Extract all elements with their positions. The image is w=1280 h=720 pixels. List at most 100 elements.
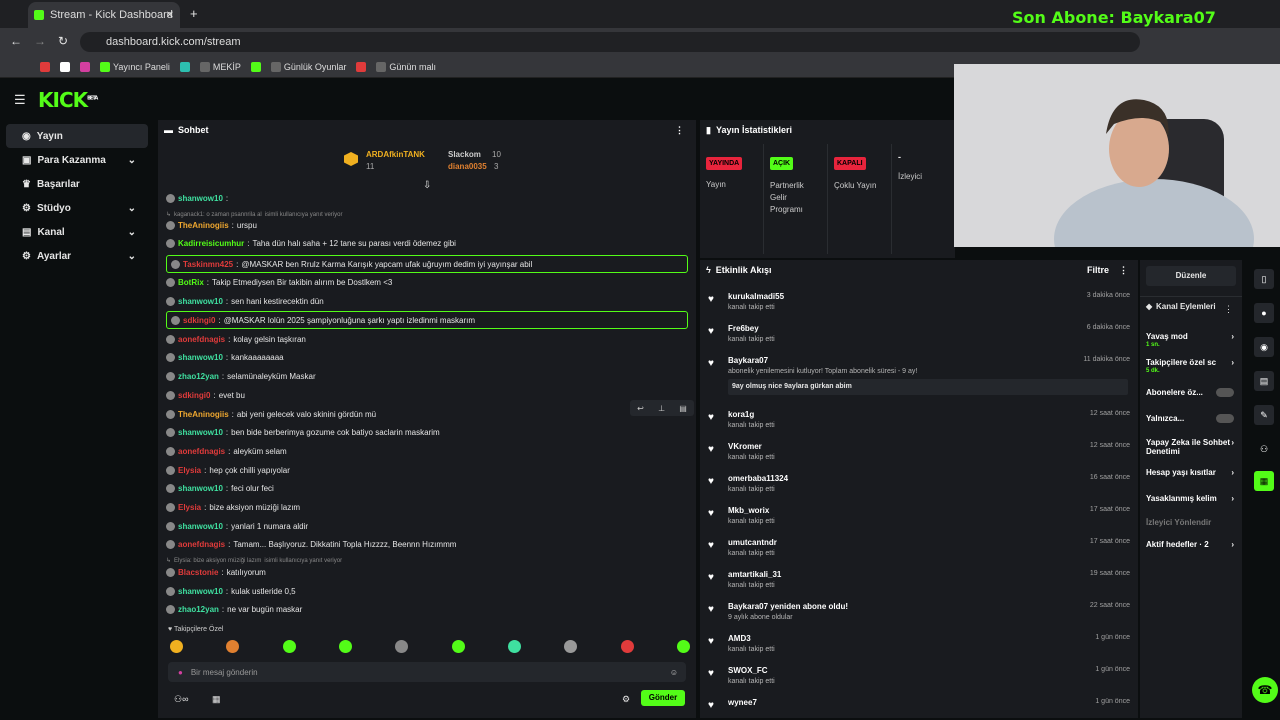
chat-input[interactable]: ● Bir mesaj gönderin ☺ bbox=[168, 662, 686, 682]
chat-icon[interactable]: ● bbox=[1254, 303, 1274, 323]
share-icon[interactable]: ⚇ bbox=[1254, 439, 1274, 459]
chat-message[interactable]: zhao12yan: selamünaleyküm Maskar bbox=[166, 372, 316, 381]
broadcast-icon[interactable]: ◉ bbox=[1254, 337, 1274, 357]
wrench-icon[interactable]: ✎ bbox=[1254, 405, 1274, 425]
chat-username[interactable]: shanwow10 bbox=[178, 587, 223, 596]
chat-username[interactable]: Blacstonie bbox=[178, 568, 218, 577]
sidebar-item-yayin[interactable]: ◉ Yayın bbox=[6, 124, 148, 148]
chat-message[interactable]: aonefdnagis: kolay gelsin taşkıran bbox=[166, 335, 306, 344]
chat-message[interactable]: aonefdnagis: aleyküm selam bbox=[166, 447, 287, 456]
sidebar-item-kanal[interactable]: ▤ Kanal ⌄ bbox=[6, 220, 148, 244]
chat-username[interactable]: shanwow10 bbox=[178, 297, 223, 306]
chat-message[interactable]: shanwow10: yanlari 1 numara aldir bbox=[166, 522, 308, 531]
youtube-icon[interactable] bbox=[40, 61, 50, 72]
youtube-icon[interactable] bbox=[356, 61, 367, 72]
activity-name[interactable]: kora1g bbox=[728, 410, 1130, 419]
chat-message[interactable]: TheAninogiis: urspu bbox=[166, 221, 257, 230]
channel-action[interactable]: Aktif hedefler · 2 › bbox=[1140, 540, 1234, 549]
chat-username[interactable]: aonefdnagis bbox=[178, 447, 225, 456]
chat-username[interactable]: Elysia bbox=[178, 466, 201, 475]
chat-message[interactable]: sdkingi0: @MASKAR lolün 2025 şampiyonluğu… bbox=[166, 311, 688, 329]
channel-action[interactable]: Yalnızca... bbox=[1140, 414, 1234, 423]
activity-name[interactable]: umutcantndr bbox=[728, 538, 1130, 547]
emote[interactable] bbox=[676, 640, 690, 653]
back-icon[interactable]: ← bbox=[10, 34, 22, 48]
pin-icon[interactable]: ⇩ bbox=[423, 180, 431, 191]
chat-message[interactable]: Kadirreisicumhur: Taha dün halı saha + 12… bbox=[166, 239, 456, 248]
channel-action[interactable]: Yavaş mod 1 sn. › bbox=[1140, 332, 1234, 350]
chat-username[interactable]: Elysia bbox=[178, 503, 201, 512]
activity-name[interactable]: amtartikali_31 bbox=[728, 570, 1130, 579]
chat-message[interactable]: Elysia: bize aksiyon müziği lazım bbox=[166, 503, 300, 512]
sidebar-item-basarilar[interactable]: ♛ Başarılar bbox=[6, 172, 148, 196]
pin-message-icon[interactable]: ⊥ bbox=[658, 404, 665, 413]
chat-message[interactable]: Elysia: hep çok chilli yapıyolar bbox=[166, 466, 290, 475]
emote[interactable] bbox=[338, 640, 352, 653]
chat-message[interactable]: zhao12yan: ne var bugün maskar bbox=[166, 605, 302, 614]
chat-username[interactable]: TheAninogiis bbox=[178, 410, 229, 419]
reload-icon[interactable]: ↻ bbox=[58, 34, 68, 48]
emote[interactable] bbox=[507, 640, 521, 653]
activity-name[interactable]: kurukalmadi55 bbox=[728, 292, 1130, 301]
layout-icon[interactable]: ▤ bbox=[1254, 371, 1274, 391]
emote[interactable] bbox=[451, 640, 465, 653]
channel-action[interactable]: İzleyici Yönlendir bbox=[1140, 518, 1234, 527]
bookmark-gunluk-oyunlar[interactable]: Günlük Oyunlar bbox=[270, 61, 346, 72]
chat-message[interactable]: aonefdnagis: Tamam... Başlıyoruz. Dikkati… bbox=[166, 540, 456, 549]
chat-username[interactable]: Kadirreisicumhur bbox=[178, 239, 244, 248]
chat-message[interactable]: Blacstonie: katılıyorum bbox=[166, 568, 266, 577]
chat-message[interactable]: sdkingi0: evet bu bbox=[166, 391, 245, 400]
reply-icon[interactable]: ↩ bbox=[637, 404, 644, 413]
channel-action[interactable]: Yasaklanmış kelim › bbox=[1140, 494, 1234, 503]
emote[interactable] bbox=[282, 640, 296, 653]
chat-message[interactable]: shanwow10: kulak ustleride 0,5 bbox=[166, 587, 296, 596]
tools-icon[interactable]: ⚇∞ bbox=[174, 694, 188, 705]
activity-name[interactable]: Baykara07 yeniden abone oldu! bbox=[728, 602, 1130, 611]
forward-icon[interactable]: → bbox=[34, 34, 46, 48]
sidebar-item-para-kazanma[interactable]: ▣ Para Kazanma ⌄ bbox=[6, 148, 148, 172]
send-button[interactable]: Gönder bbox=[641, 690, 685, 706]
more-icon[interactable]: ⋮ bbox=[1224, 304, 1233, 315]
activity-name[interactable]: VKromer bbox=[728, 442, 1130, 451]
kick-logo[interactable]: KICKBETA bbox=[38, 88, 98, 112]
activity-name[interactable]: wynee7 bbox=[728, 698, 1130, 707]
menu-icon[interactable]: ☰ bbox=[14, 92, 26, 108]
channel-action[interactable]: Abonelere öz... bbox=[1140, 388, 1234, 397]
activity-name[interactable]: omerbaba11324 bbox=[728, 474, 1130, 483]
bookmark-mekip[interactable]: MEKİP bbox=[199, 61, 241, 72]
chat-message[interactable]: shanwow10: kankaaaaaaaa bbox=[166, 353, 284, 362]
x-icon[interactable] bbox=[60, 61, 70, 72]
chat-username[interactable]: aonefdnagis bbox=[178, 335, 225, 344]
chat-username[interactable]: sdkingi0 bbox=[178, 391, 210, 400]
activity-name[interactable]: Fre6bey bbox=[728, 324, 1130, 333]
settings-icon[interactable]: ⚙ bbox=[622, 694, 630, 705]
chat-username[interactable]: shanwow10 bbox=[178, 353, 223, 362]
more-icon[interactable]: ⋮ bbox=[1119, 265, 1128, 276]
chat-message[interactable]: shanwow10: ben bide berberimya gozume cok… bbox=[166, 428, 440, 437]
emote[interactable] bbox=[564, 640, 578, 653]
chat-username[interactable]: shanwow10 bbox=[178, 522, 223, 531]
channel-action[interactable]: Takipçilere özel sc 5 dk. › bbox=[1140, 358, 1234, 376]
chat-username[interactable]: shanwow10 bbox=[178, 484, 223, 493]
activity-name[interactable]: SWOX_FC bbox=[728, 666, 1130, 675]
chat-username[interactable]: shanwow10 bbox=[178, 194, 223, 203]
activity-name[interactable]: AMD3 bbox=[728, 634, 1130, 643]
chat-username[interactable]: shanwow10 bbox=[178, 428, 223, 437]
emote[interactable] bbox=[620, 640, 634, 653]
toggle-switch[interactable] bbox=[1216, 388, 1234, 397]
gift-icon[interactable]: ▦ bbox=[212, 694, 221, 705]
channel-action[interactable]: Hesap yaşı kısıtlar › bbox=[1140, 468, 1234, 477]
chat-username[interactable]: sdkingi0 bbox=[183, 316, 215, 325]
address-bar[interactable]: dashboard.kick.com/stream bbox=[80, 32, 1140, 52]
chat-message[interactable]: shanwow10: bbox=[166, 194, 231, 203]
help-icon[interactable]: ☎ bbox=[1252, 677, 1278, 703]
chat-username[interactable]: zhao12yan bbox=[178, 605, 219, 614]
clapper-icon[interactable]: ▦ bbox=[1254, 471, 1274, 491]
emoji-icon[interactable]: ☺ bbox=[670, 668, 678, 677]
emote[interactable] bbox=[170, 640, 183, 653]
chat-message[interactable]: shanwow10: sen hani kestirecektin dün bbox=[166, 297, 324, 306]
chat-username[interactable]: Taskinmn425 bbox=[183, 260, 233, 269]
bookmark-gunun-mali[interactable]: Günün malı bbox=[376, 61, 436, 72]
activity-name[interactable]: Mkb_worix bbox=[728, 506, 1130, 515]
sidebar-item-studyo[interactable]: ⚙ Stüdyo ⌄ bbox=[6, 196, 148, 220]
